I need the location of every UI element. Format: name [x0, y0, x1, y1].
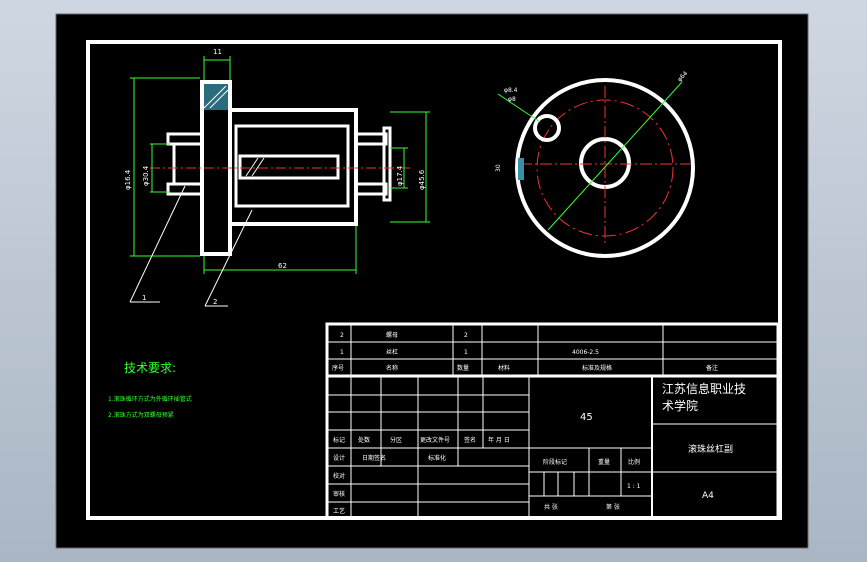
- tb-label-check: 校对: [333, 472, 345, 480]
- bom-row1-no: 2: [340, 332, 344, 339]
- drawing-background: [55, 13, 809, 549]
- tb-scale: 1 : 1: [627, 483, 641, 490]
- tech-title: 技术要求:: [124, 361, 176, 375]
- leader-2: 2: [213, 298, 217, 306]
- bom-row2-name: 丝杠: [386, 348, 398, 356]
- dim-bottom: 62: [278, 262, 287, 270]
- tb-rev-sign: 签名: [464, 436, 476, 444]
- dim-left-inner: φ30.4: [142, 165, 150, 186]
- side-left-dim: 30: [495, 164, 502, 172]
- dim-left-outer: φ16.4: [124, 169, 132, 190]
- tb-weight: 重量: [598, 458, 610, 466]
- dim-right-outer: φ45.6: [418, 169, 426, 190]
- cad-canvas: 11 φ16.4 φ30.4 φ17.4 φ45.6 62 1 2 φ8.4 φ…: [55, 13, 809, 549]
- tb-sheet-size: A4: [702, 491, 714, 501]
- dim-top: 11: [213, 48, 222, 56]
- bom-row1-qty: 2: [464, 332, 468, 339]
- bom-row1-name: 螺母: [386, 331, 398, 339]
- tb-drawing-name: 滚珠丝杠副: [688, 443, 733, 455]
- bom-header-name: 名称: [386, 364, 398, 372]
- tech-item-1: 1.滚珠循环方式为外循环插管式: [108, 395, 192, 403]
- tb-label-process: 工艺: [333, 507, 345, 515]
- tb-rev-count: 处数: [358, 436, 370, 444]
- tb-material: 45: [580, 412, 593, 423]
- bom-row2-standard: 4006-2.5: [572, 349, 599, 356]
- side-hole-dim-2: φ8: [508, 96, 516, 103]
- tb-stage: 阶段标记: [543, 458, 567, 466]
- tb-label-mark: 标记: [333, 436, 345, 444]
- tb-sheet-no: 第 张: [606, 503, 620, 511]
- bom-header-qty: 数量: [457, 364, 469, 372]
- tb-school-line1: 江苏信息职业技: [662, 381, 746, 396]
- tb-designer-label: 日期签名: [362, 454, 386, 462]
- leader-1: 1: [142, 294, 146, 302]
- tech-item-2: 2.滚珠方式为双螺母预紧: [108, 411, 174, 419]
- tb-label-review: 审核: [333, 490, 345, 498]
- bom-row2-no: 1: [340, 349, 344, 356]
- tb-school-line2: 术学院: [662, 398, 698, 413]
- bom-row2-qty: 1: [464, 349, 468, 356]
- tb-rev-date: 年 月 日: [488, 436, 510, 444]
- bom-header-no: 序号: [332, 364, 344, 372]
- bom-header-material: 材料: [498, 364, 510, 372]
- tb-standardize: 标准化: [428, 454, 446, 462]
- tb-sheet-total: 共 张: [544, 503, 558, 511]
- dim-right-mid: φ17.4: [396, 165, 404, 186]
- bom-header-standard: 标准及规格: [582, 364, 612, 372]
- tb-label-design: 设计: [333, 454, 345, 462]
- side-hole-dim-1: φ8.4: [504, 87, 518, 94]
- tb-scale-label: 比例: [628, 458, 640, 466]
- tb-rev-zone: 分区: [390, 436, 402, 444]
- bom-header-note: 备注: [706, 364, 718, 372]
- tb-rev-doc: 更改文件号: [420, 436, 450, 444]
